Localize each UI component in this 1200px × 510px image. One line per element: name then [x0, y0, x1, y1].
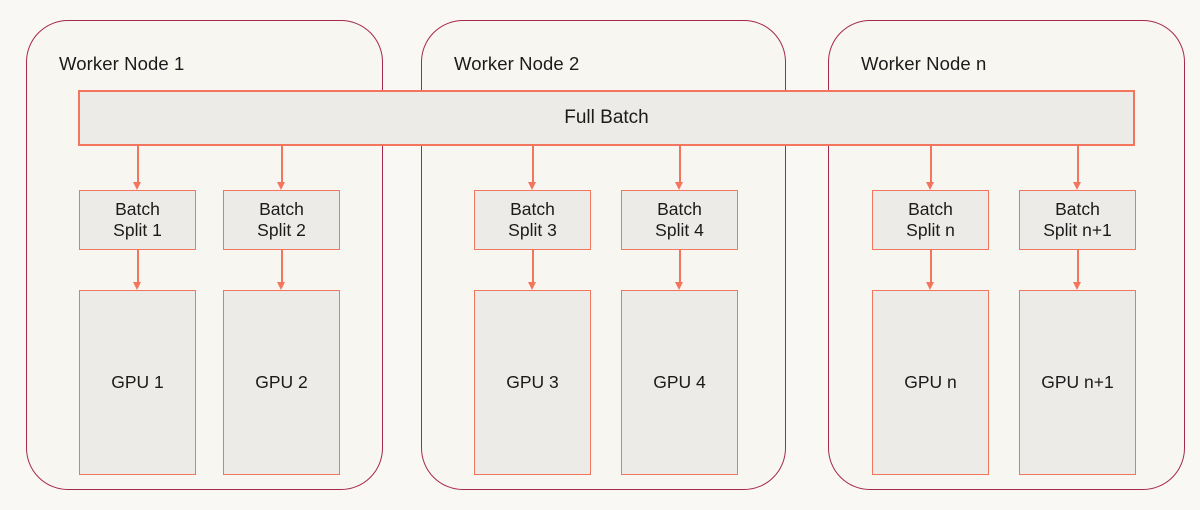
- gpu-label-3: GPU 3: [506, 372, 559, 392]
- batch-split-line2-n: Split n: [906, 220, 955, 240]
- gpu-box-1: GPU 1: [79, 290, 196, 475]
- worker-node-title-1: Worker Node 1: [59, 53, 185, 74]
- batch-split-box-4: Batch Split 4: [621, 190, 738, 250]
- worker-node-title-3: Worker Node n: [861, 53, 987, 74]
- full-batch-bar: Full Batch: [78, 90, 1135, 146]
- gpu-label-2: GPU 2: [255, 372, 308, 392]
- diagram-canvas: Worker Node 1 Worker Node 2 Worker Node …: [0, 0, 1200, 510]
- gpu-box-2: GPU 2: [223, 290, 340, 475]
- batch-split-box-1: Batch Split 1: [79, 190, 196, 250]
- gpu-label-n: GPU n: [904, 372, 957, 392]
- batch-split-line1-n: Batch: [908, 198, 953, 219]
- batch-split-line2-1: Split 1: [113, 220, 162, 240]
- gpu-box-n: GPU n: [872, 290, 989, 475]
- gpu-label-4: GPU 4: [653, 372, 706, 392]
- batch-split-box-3: Batch Split 3: [474, 190, 591, 250]
- gpu-box-n1: GPU n+1: [1019, 290, 1136, 475]
- worker-node-title-2: Worker Node 2: [454, 53, 580, 74]
- batch-split-line1-1: Batch: [115, 198, 160, 219]
- full-batch-label: Full Batch: [564, 107, 649, 128]
- gpu-label-n1: GPU n+1: [1041, 372, 1114, 392]
- gpu-label-1: GPU 1: [111, 372, 164, 392]
- gpu-box-3: GPU 3: [474, 290, 591, 475]
- batch-split-box-n: Batch Split n: [872, 190, 989, 250]
- gpu-box-4: GPU 4: [621, 290, 738, 475]
- batch-split-line1-2: Batch: [259, 198, 304, 219]
- batch-split-box-2: Batch Split 2: [223, 190, 340, 250]
- batch-split-line1-n1: Batch: [1055, 198, 1100, 219]
- batch-split-line2-4: Split 4: [655, 220, 704, 240]
- batch-split-line2-3: Split 3: [508, 220, 557, 240]
- batch-split-box-n1: Batch Split n+1: [1019, 190, 1136, 250]
- batch-split-line2-n1: Split n+1: [1043, 220, 1112, 240]
- batch-split-line1-3: Batch: [510, 198, 555, 219]
- batch-split-line1-4: Batch: [657, 198, 702, 219]
- batch-split-line2-2: Split 2: [257, 220, 306, 240]
